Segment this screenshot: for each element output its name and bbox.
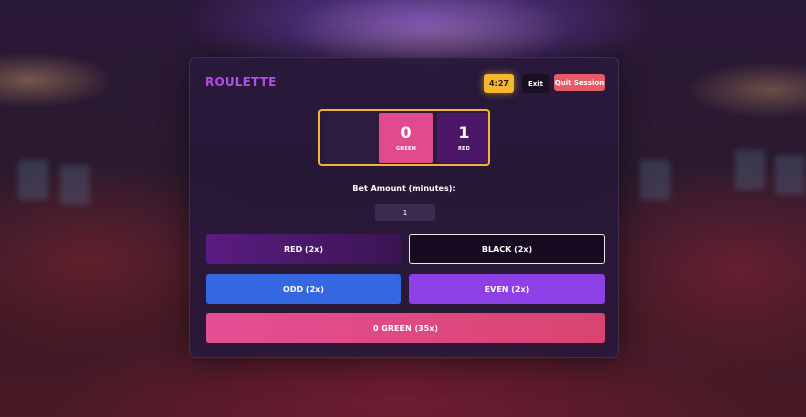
roulette-slot-empty [323,113,377,163]
bet-green-button[interactable]: 0 GREEN (35x) [206,313,605,343]
bet-even-button[interactable]: EVEN (2x) [409,274,605,304]
game-title: ROULETTE [205,75,277,89]
bet-amount-label: Bet Amount (minutes): [352,184,456,193]
roulette-strip: 0 GREEN 1 RED [318,109,490,166]
bet-amount-input[interactable] [375,204,435,221]
slot-number: 0 [400,123,412,142]
bet-odd-button[interactable]: ODD (2x) [206,274,401,304]
roulette-slot-red: 1 RED [437,113,488,163]
quit-session-button[interactable]: Quit Session [554,74,605,91]
roulette-panel: ROULETTE 4:27 Exit Quit Session 0 GREEN … [189,57,619,358]
session-timer: 4:27 [484,74,514,93]
exit-button[interactable]: Exit [522,74,549,93]
bet-red-button[interactable]: RED (2x) [206,234,401,264]
slot-number: 1 [458,123,470,142]
bet-black-button[interactable]: BLACK (2x) [409,234,605,264]
slot-color-label: GREEN [396,146,416,152]
roulette-slot-green: 0 GREEN [379,113,433,163]
slot-color-label: RED [457,146,471,152]
